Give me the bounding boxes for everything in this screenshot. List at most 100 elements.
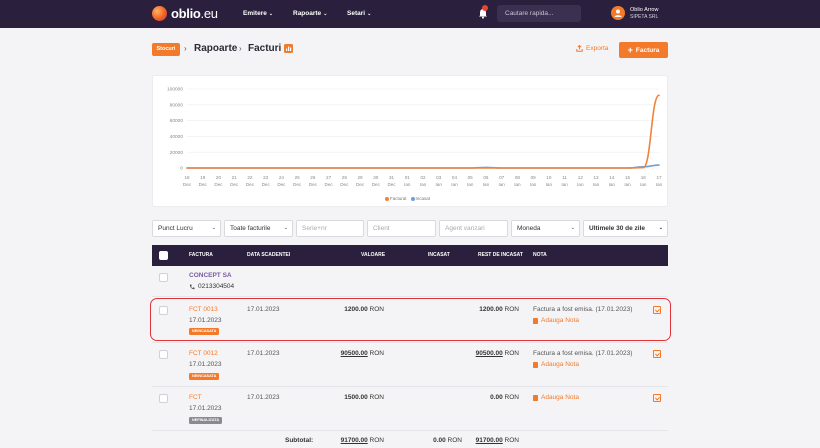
x-tick-label: 15 [625,175,631,180]
x-tick-label: Ian [483,182,490,187]
col-data-scadentei[interactable]: DATA SCADENTEI [247,252,290,258]
x-tick-label: Dec [183,182,192,187]
x-tick-label: 19 [200,175,206,180]
report-chart-icon[interactable] [284,44,293,53]
col-factura[interactable]: FACTURA [189,252,213,258]
due-date: 17.01.2023 [247,350,280,357]
x-tick-label: Ian [420,182,427,187]
y-tick-label: 100000 [167,87,183,93]
client-phone[interactable]: 0213304504 [198,283,234,290]
brand-logo[interactable]: oblio.eu [152,6,218,21]
select-all-checkbox[interactable] [159,251,168,260]
client-input[interactable]: Client [367,220,436,237]
x-tick-label: Dec [356,182,365,187]
x-tick-label: 22 [247,175,253,180]
x-tick-label: 20 [216,175,222,180]
x-tick-label: Ian [656,182,663,187]
user-name: Oblio Arrow [630,7,659,13]
due-date: 17.01.2023 [247,394,280,401]
rest-de-incasat: 90500.00 RON [475,350,519,357]
menu-rapoarte[interactable]: Rapoarte ⌄ [293,10,327,17]
x-tick-label: 30 [373,175,379,180]
note-text: Factura a fost emisa. (17.01.2023) [533,350,633,357]
row-action-icon[interactable] [653,394,661,402]
series-line-facturat[interactable] [186,94,660,169]
x-tick-label: Ian [593,182,600,187]
new-invoice-button[interactable]: + Factura [619,42,668,58]
row-divider [152,342,668,343]
x-tick-label: 12 [578,175,584,180]
x-tick-label: Dec [309,182,318,187]
note-file-icon [533,361,538,368]
x-tick-label: 23 [263,175,269,180]
brand-name: oblio.eu [171,6,218,21]
user-company: SIPETA SRL [630,14,659,20]
export-button[interactable]: Exporta [576,45,608,52]
row-checkbox[interactable] [159,350,168,359]
x-tick-label: Dec [325,182,334,187]
chevron-down-icon: ⌄ [367,10,372,17]
rest-de-incasat: 0.00 RON [490,394,519,401]
invoice-type-select[interactable]: Toate facturile ⌄ [224,220,293,237]
y-tick-label: 80000 [170,102,184,108]
plus-icon: + [627,45,633,55]
row-action-icon[interactable] [653,350,661,358]
x-tick-label: Dec [262,182,271,187]
x-tick-label: 21 [232,175,238,180]
x-tick-label: 10 [546,175,552,180]
add-note-link[interactable]: Adauga Nota [533,361,579,368]
col-incasat[interactable]: INCASAT [428,252,450,258]
invoice-number[interactable]: FCT 0012 [189,350,218,357]
chevron-down-icon: ⌄ [323,10,328,17]
client-name[interactable]: CONCEPT SA [189,272,232,279]
y-tick-label: 20000 [170,150,184,156]
col-nota[interactable]: NOTA [533,252,547,258]
x-tick-label: Ian [530,182,537,187]
invoice-date: 17.01.2023 [189,361,222,368]
invoice-number[interactable]: FCT [189,394,202,401]
row-checkbox[interactable] [159,394,168,403]
punct-lucru-select[interactable]: Punct Lucru ⌄ [152,220,221,237]
y-tick-label: 60000 [170,118,184,124]
x-tick-label: Ian [451,182,458,187]
x-tick-label: 13 [594,175,600,180]
quick-search-input[interactable] [497,5,581,22]
x-tick-label: 03 [436,175,442,180]
breadcrumb-separator-icon: › [184,44,187,53]
menu-emitere[interactable]: Emitere ⌄ [243,10,273,17]
x-tick-label: 01 [405,175,411,180]
chart-legend: Facturat Incasat [385,196,430,201]
x-tick-label: 09 [531,175,537,180]
chevron-down-icon: ⌄ [211,225,216,231]
legend-item-facturat[interactable]: Facturat [385,196,407,201]
row-divider [152,296,668,297]
x-tick-label: Ian [498,182,505,187]
chevron-down-icon: ⌄ [268,10,274,17]
col-rest-incasat[interactable]: REST DE INCASAT [478,252,523,258]
x-tick-label: 16 [641,175,647,180]
menu-setari[interactable]: Setari ⌄ [347,10,371,17]
x-tick-label: Ian [467,182,474,187]
x-tick-label: Ian [577,182,584,187]
y-tick-label: 0 [180,166,183,172]
sales-agent-input[interactable]: Agent vanzari [439,220,508,237]
period-select[interactable]: Ultimele 30 de zile ⌄ [583,220,668,237]
chevron-down-icon: ⌄ [658,225,663,231]
breadcrumb-rapoarte[interactable]: Rapoarte [194,43,237,54]
x-tick-label: Ian [436,182,443,187]
x-tick-label: 31 [389,175,395,180]
x-tick-label: Ian [514,182,521,187]
chart-svg: 100000 80000 60000 40000 20000 018 Dec 19 Dec 20 D… [167,87,663,187]
legend-item-incasat[interactable]: Incasat [410,196,430,201]
serie-nr-input[interactable]: Serie+nr [296,220,364,237]
col-valoare[interactable]: VALOARE [361,252,385,258]
x-tick-label: 02 [420,175,426,180]
stocuri-chip[interactable]: Stocuri [152,43,180,56]
x-tick-label: Dec [340,182,349,187]
user-avatar[interactable] [611,6,625,20]
add-note-link[interactable]: Adauga Nota [533,394,579,401]
x-tick-label: 29 [358,175,364,180]
group-checkbox[interactable] [159,273,168,282]
notification-badge [482,5,488,11]
currency-select[interactable]: Moneda ⌄ [511,220,580,237]
